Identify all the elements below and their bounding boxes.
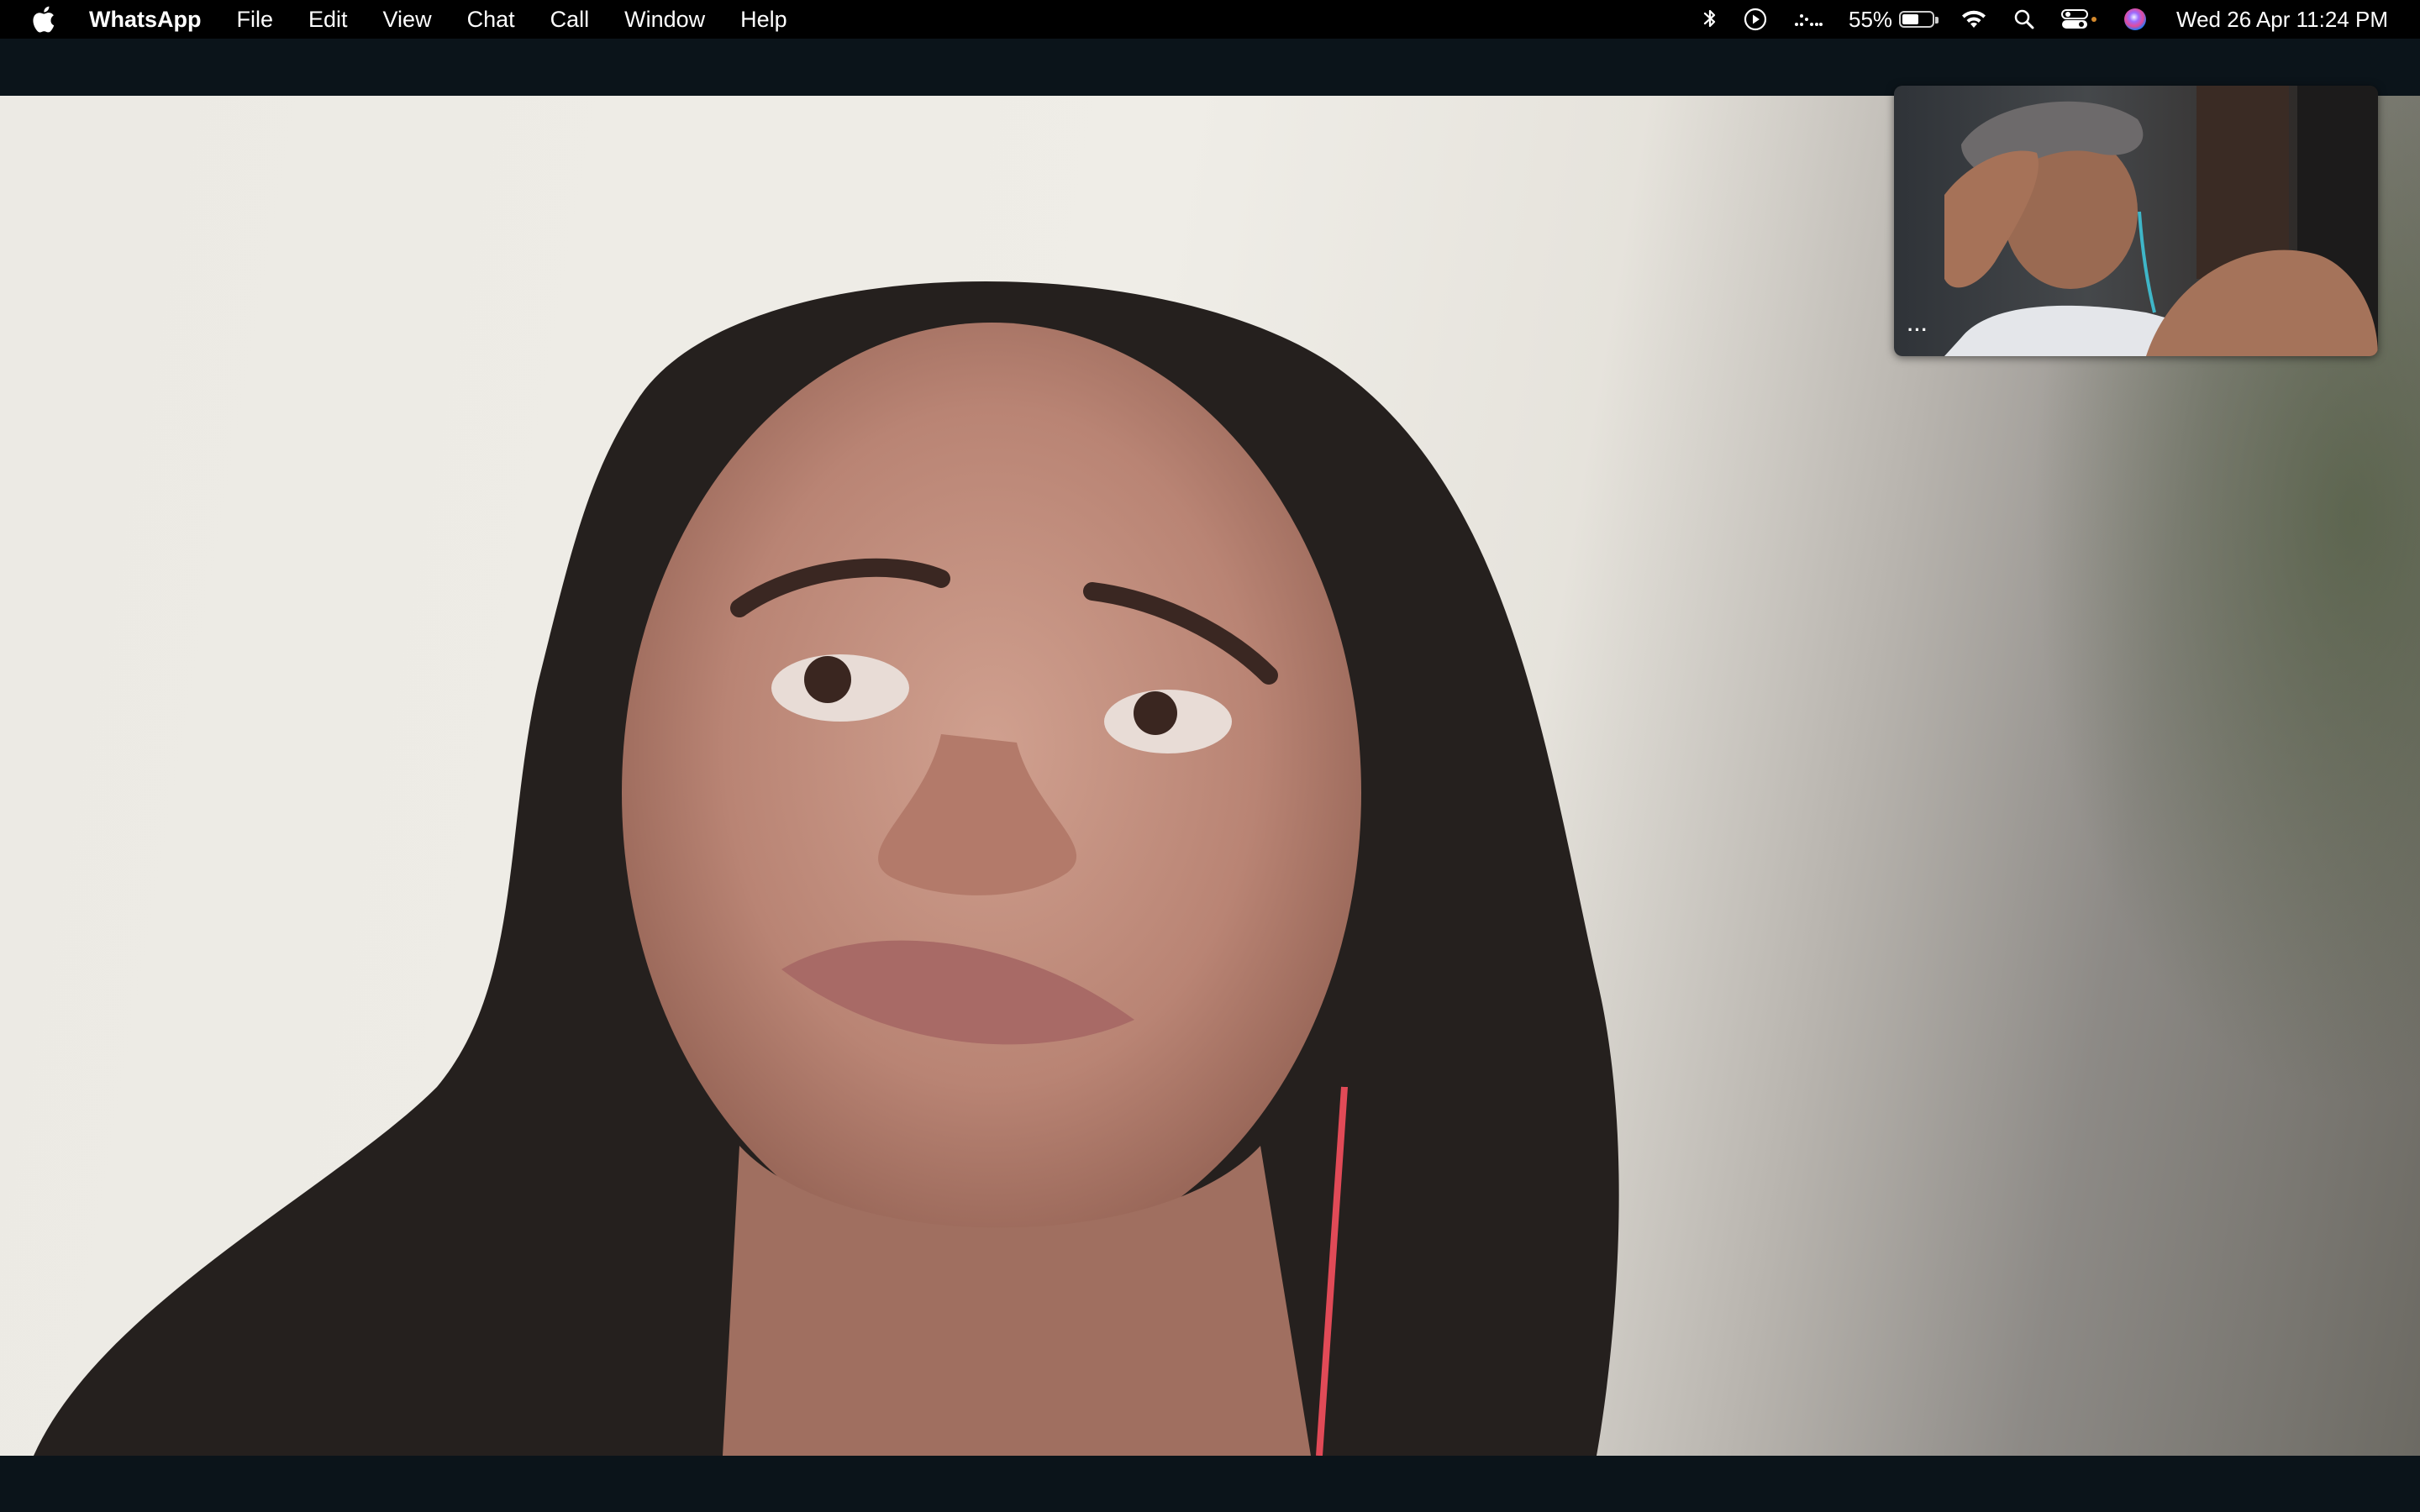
battery-indicator[interactable]: 55% [1848,6,1939,33]
menu-bar-clock[interactable]: Wed 26 Apr 11:24 PM [2176,7,2388,33]
apple-logo-icon[interactable] [30,4,59,34]
menu-edit[interactable]: Edit [308,7,348,33]
wifi-icon[interactable] [1960,0,1988,39]
menu-call[interactable]: Call [550,7,590,33]
spotlight-search-icon[interactable] [2013,0,2035,39]
self-camera-preview[interactable]: ··· [1894,86,2378,356]
menu-view[interactable]: View [383,7,432,33]
now-playing-icon[interactable] [1743,0,1768,39]
menu-chat[interactable]: Chat [467,7,515,33]
menu-window[interactable]: Window [624,7,705,33]
call-window-bottom-bar [0,1456,2420,1512]
focus-icon[interactable] [1793,0,1823,39]
battery-percent: 55% [1848,6,1893,32]
menu-help[interactable]: Help [740,7,787,33]
self-preview-options-icon[interactable]: ··· [1907,321,1928,339]
control-center-icon[interactable] [2060,0,2097,39]
app-menu-whatsapp[interactable]: WhatsApp [89,7,201,33]
bluetooth-icon[interactable] [1702,0,1718,39]
menu-bar: WhatsApp File Edit View Chat Call Window… [0,0,2420,39]
battery-icon [1899,11,1939,28]
siri-icon[interactable] [2123,0,2148,39]
menu-file[interactable]: File [236,7,273,33]
battery-level-fill [1902,14,1918,24]
